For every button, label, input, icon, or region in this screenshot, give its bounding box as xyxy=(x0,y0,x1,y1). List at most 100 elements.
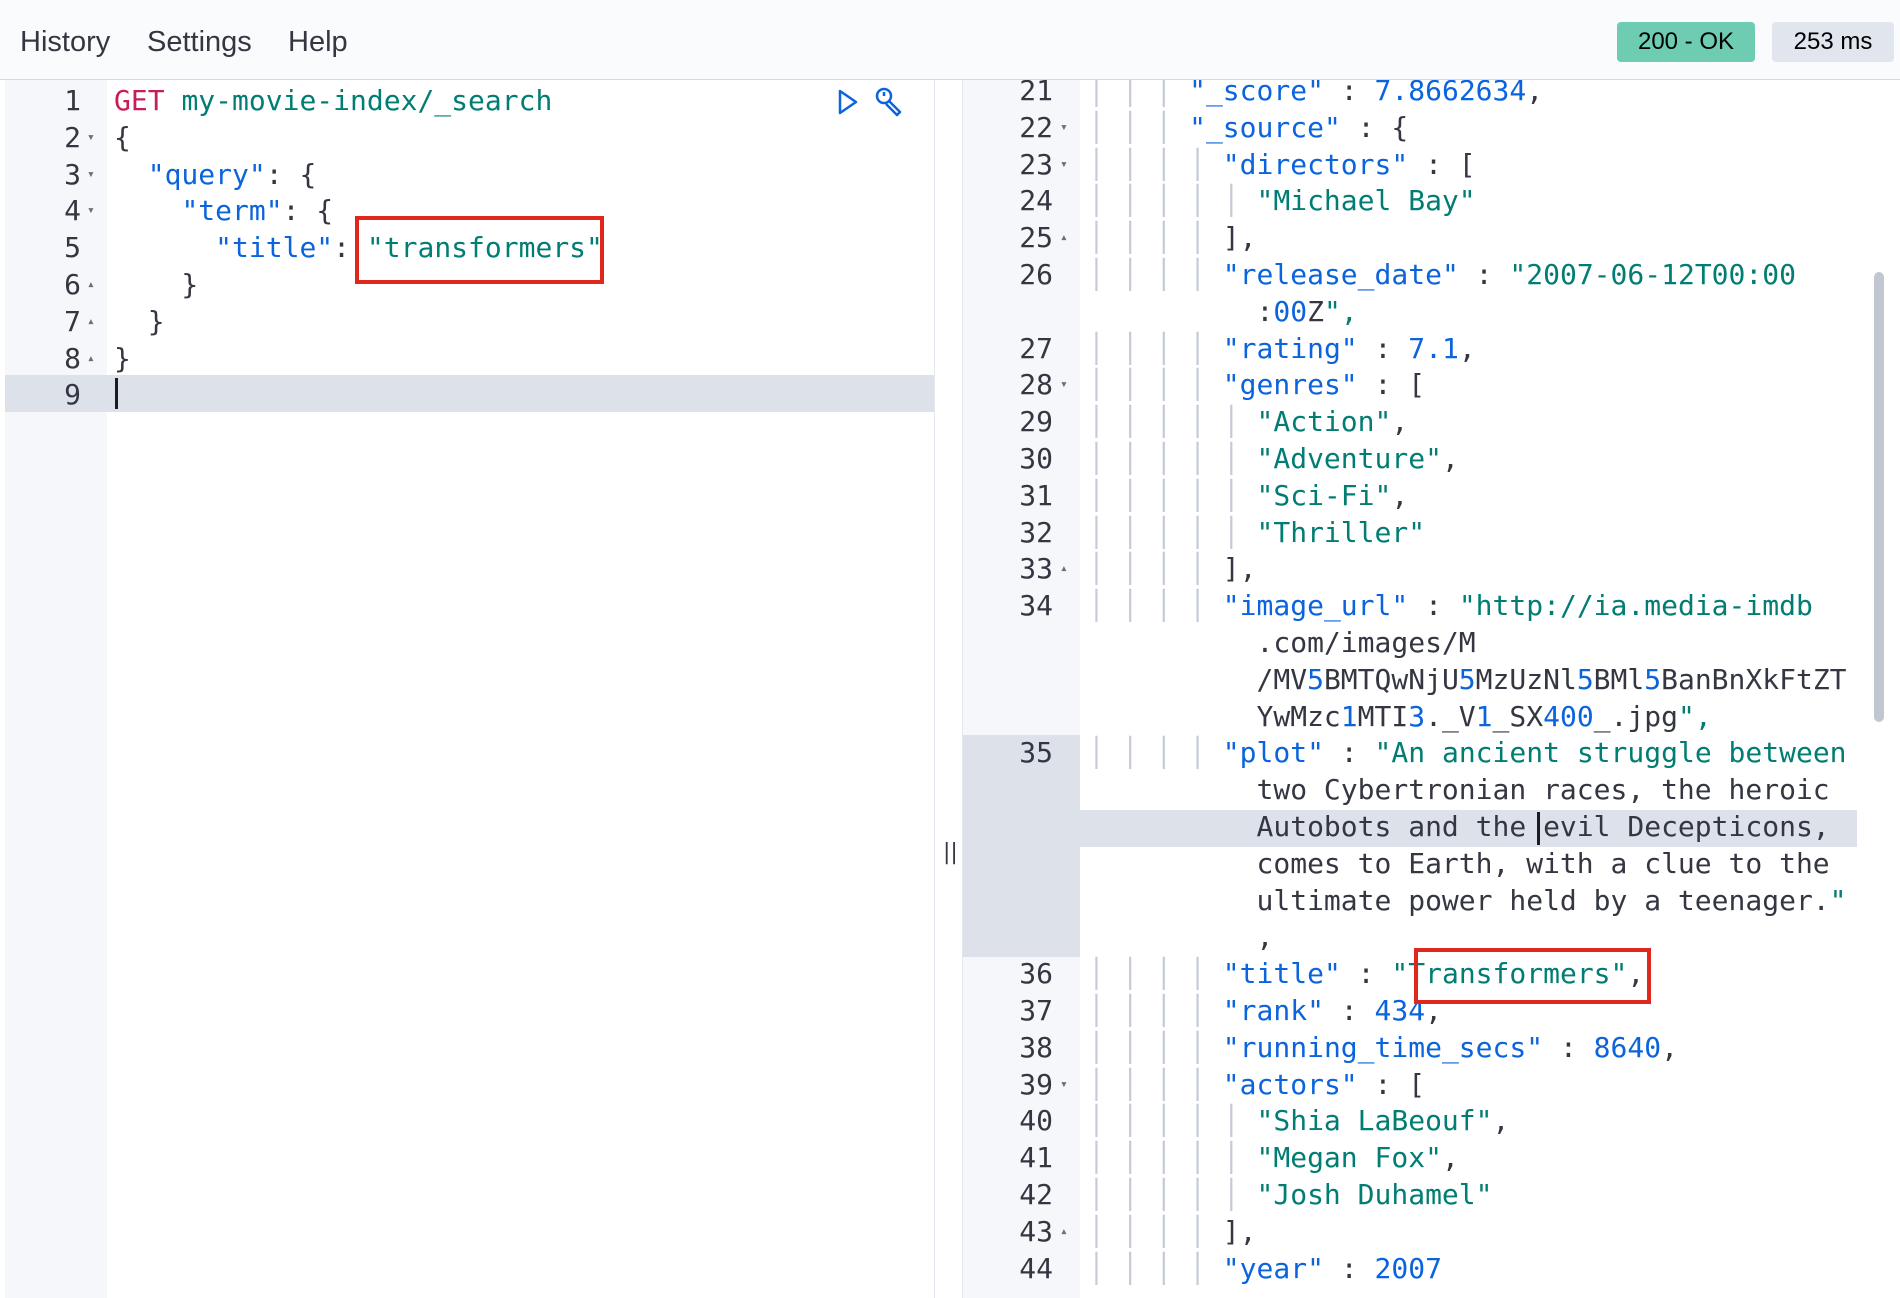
response-viewer[interactable]: 21 │ │ │ "_score" : 7.8662634, 22 ▾ │ │ │ "_… xyxy=(963,80,1900,1298)
response-line: 23 ▾ │ │ │ │ "directors" : [ xyxy=(963,146,1900,183)
response-line: Autobots and the evil Decepticons, xyxy=(963,808,1900,845)
fold-expand-icon[interactable]: ▴ xyxy=(87,266,95,303)
fold-collapse-icon[interactable]: ▾ xyxy=(87,119,95,156)
fold-collapse-icon[interactable]: ▾ xyxy=(1060,109,1068,146)
response-line: 33 ▴ │ │ │ │ ], xyxy=(963,550,1900,587)
code-text: "Megan Fox", xyxy=(1256,1141,1459,1175)
line-number: 31 xyxy=(1019,478,1053,512)
fold-collapse-icon[interactable]: ▾ xyxy=(87,156,95,193)
line-number xyxy=(963,624,1053,661)
fold-expand-icon[interactable]: ▴ xyxy=(87,340,95,377)
line-number: 35 xyxy=(1019,736,1053,770)
indent-guides: │ │ │ │ │ xyxy=(1088,405,1257,439)
drag-handle-icon[interactable]: || xyxy=(943,840,958,866)
line-number: 7 xyxy=(64,304,81,338)
response-line: 29 │ │ │ │ │ "Action", xyxy=(963,403,1900,440)
response-line: 44 │ │ │ │ "year" : 2007 xyxy=(963,1250,1900,1287)
fold-expand-icon[interactable]: ▴ xyxy=(1060,550,1068,587)
response-line: 21 │ │ │ "_score" : 7.8662634, xyxy=(963,80,1900,109)
code-text: } xyxy=(114,341,131,375)
line-number: 25 xyxy=(1019,221,1053,255)
code-text: comes to Earth, with a clue to the xyxy=(1256,846,1830,880)
wrench-icon[interactable] xyxy=(871,84,907,120)
line-number xyxy=(963,698,1053,735)
top-menu-bar: History Settings Help 200 - OK 253 ms xyxy=(0,0,1900,80)
line-number: 28 xyxy=(1019,368,1053,402)
response-line: 43 ▴ │ │ │ │ ], xyxy=(963,1213,1900,1250)
indent-guides: │ │ │ │ │ xyxy=(1088,1104,1257,1138)
line-number: 4 xyxy=(64,194,81,228)
code-text: "actors" : [ xyxy=(1222,1067,1426,1101)
line-number: 5 xyxy=(64,231,81,265)
code-text: /MV5BMTQwNjU5MzUzNl5BMl5BanBnXkFtZT xyxy=(1256,662,1847,696)
code-text: "directors" : [ xyxy=(1222,147,1476,181)
code-text: "term": { xyxy=(181,194,334,228)
code-text: ], xyxy=(1222,1214,1257,1248)
code-text: "genres" : [ xyxy=(1222,368,1426,402)
code-text: ], xyxy=(1222,552,1257,586)
request-line[interactable]: 8 ▴} xyxy=(5,340,934,377)
indent-guides: │ │ │ │ xyxy=(1088,221,1223,255)
response-line: 32 │ │ │ │ │ "Thriller" xyxy=(963,514,1900,551)
code-text: "query": { xyxy=(147,157,317,191)
code-text: } xyxy=(114,304,165,338)
indent-guides: │ │ │ │ xyxy=(1088,1251,1223,1285)
code-text: "rating" : 7.1, xyxy=(1222,331,1476,365)
fold-collapse-icon[interactable]: ▾ xyxy=(1060,146,1068,183)
code-text: "Thriller" xyxy=(1256,515,1426,549)
menu-history[interactable]: History xyxy=(20,20,110,64)
status-badge: 200 - OK xyxy=(1617,22,1755,62)
code-text: , xyxy=(1256,920,1274,954)
result-title-highlight xyxy=(1414,948,1651,1004)
line-number xyxy=(963,771,1053,808)
indent-guides: │ │ │ │ │ xyxy=(1088,184,1257,218)
line-number: 36 xyxy=(1019,957,1053,991)
menu-help[interactable]: Help xyxy=(288,20,348,64)
code-text: } xyxy=(114,268,199,301)
line-number: 41 xyxy=(1019,1141,1053,1175)
pane-resizer[interactable]: || xyxy=(934,80,963,1298)
code-text: "Sci-Fi", xyxy=(1256,478,1409,512)
request-line[interactable]: 1 GET my-movie-index/_search xyxy=(5,82,934,119)
response-line: 38 │ │ │ │ "running_time_secs" : 8640, xyxy=(963,1029,1900,1066)
line-number: 9 xyxy=(64,378,81,412)
indent-guides: │ │ │ │ xyxy=(1088,368,1223,402)
request-editor[interactable]: 1 GET my-movie-index/_search 2 ▾{3 ▾ "query"… xyxy=(5,80,934,1298)
code-text: "release_date" : "2007-06-12T00:00 xyxy=(1222,258,1796,291)
code-text: YwMzc1MTI3._V1_SX400_.jpg", xyxy=(1256,699,1712,733)
indent-guides: │ │ │ │ │ xyxy=(1088,442,1257,475)
fold-expand-icon[interactable]: ▴ xyxy=(1060,219,1068,256)
code-text: "Michael Bay" xyxy=(1256,184,1476,218)
line-number xyxy=(963,882,1053,919)
response-line: .com/images/M xyxy=(963,624,1900,661)
response-line: 22 ▾ │ │ │ "_source" : { xyxy=(963,109,1900,146)
response-line: YwMzc1MTI3._V1_SX400_.jpg", xyxy=(963,698,1900,735)
indent-guides: │ │ │ │ │ xyxy=(1088,1178,1257,1211)
play-icon[interactable] xyxy=(831,86,863,118)
line-number: 40 xyxy=(1019,1104,1053,1138)
fold-expand-icon[interactable]: ▴ xyxy=(87,303,95,340)
fold-collapse-icon[interactable]: ▾ xyxy=(1060,366,1068,403)
code-text: "Josh Duhamel" xyxy=(1256,1178,1493,1211)
line-number: 1 xyxy=(64,84,81,117)
indent-guides: │ │ │ │ xyxy=(1088,1030,1223,1064)
indent-guides: │ │ │ │ xyxy=(1088,331,1223,365)
fold-collapse-icon[interactable]: ▾ xyxy=(87,192,95,229)
response-line: /MV5BMTQwNjU5MzUzNl5BMl5BanBnXkFtZT xyxy=(963,661,1900,698)
response-scrollbar[interactable] xyxy=(1874,272,1884,722)
line-number: 24 xyxy=(1019,184,1053,218)
request-line[interactable]: 3 ▾ "query": { xyxy=(5,156,934,193)
line-number xyxy=(963,808,1053,845)
request-line[interactable]: 9 xyxy=(5,376,934,413)
request-line[interactable]: 7 ▴ } xyxy=(5,303,934,340)
fold-collapse-icon[interactable]: ▾ xyxy=(1060,1066,1068,1103)
indent-guides: │ │ │ │ │ xyxy=(1088,515,1257,549)
fold-expand-icon[interactable]: ▴ xyxy=(1060,1213,1068,1250)
request-line[interactable]: 2 ▾ { xyxy=(5,119,934,156)
line-number xyxy=(963,918,1053,955)
menu-settings[interactable]: Settings xyxy=(147,20,252,64)
indent-guides: │ │ │ │ xyxy=(1088,736,1223,770)
response-line: 24 │ │ │ │ │ "Michael Bay" xyxy=(963,182,1900,219)
line-number: 26 xyxy=(1019,258,1053,291)
indent-guides: │ │ │ │ xyxy=(1088,957,1223,991)
